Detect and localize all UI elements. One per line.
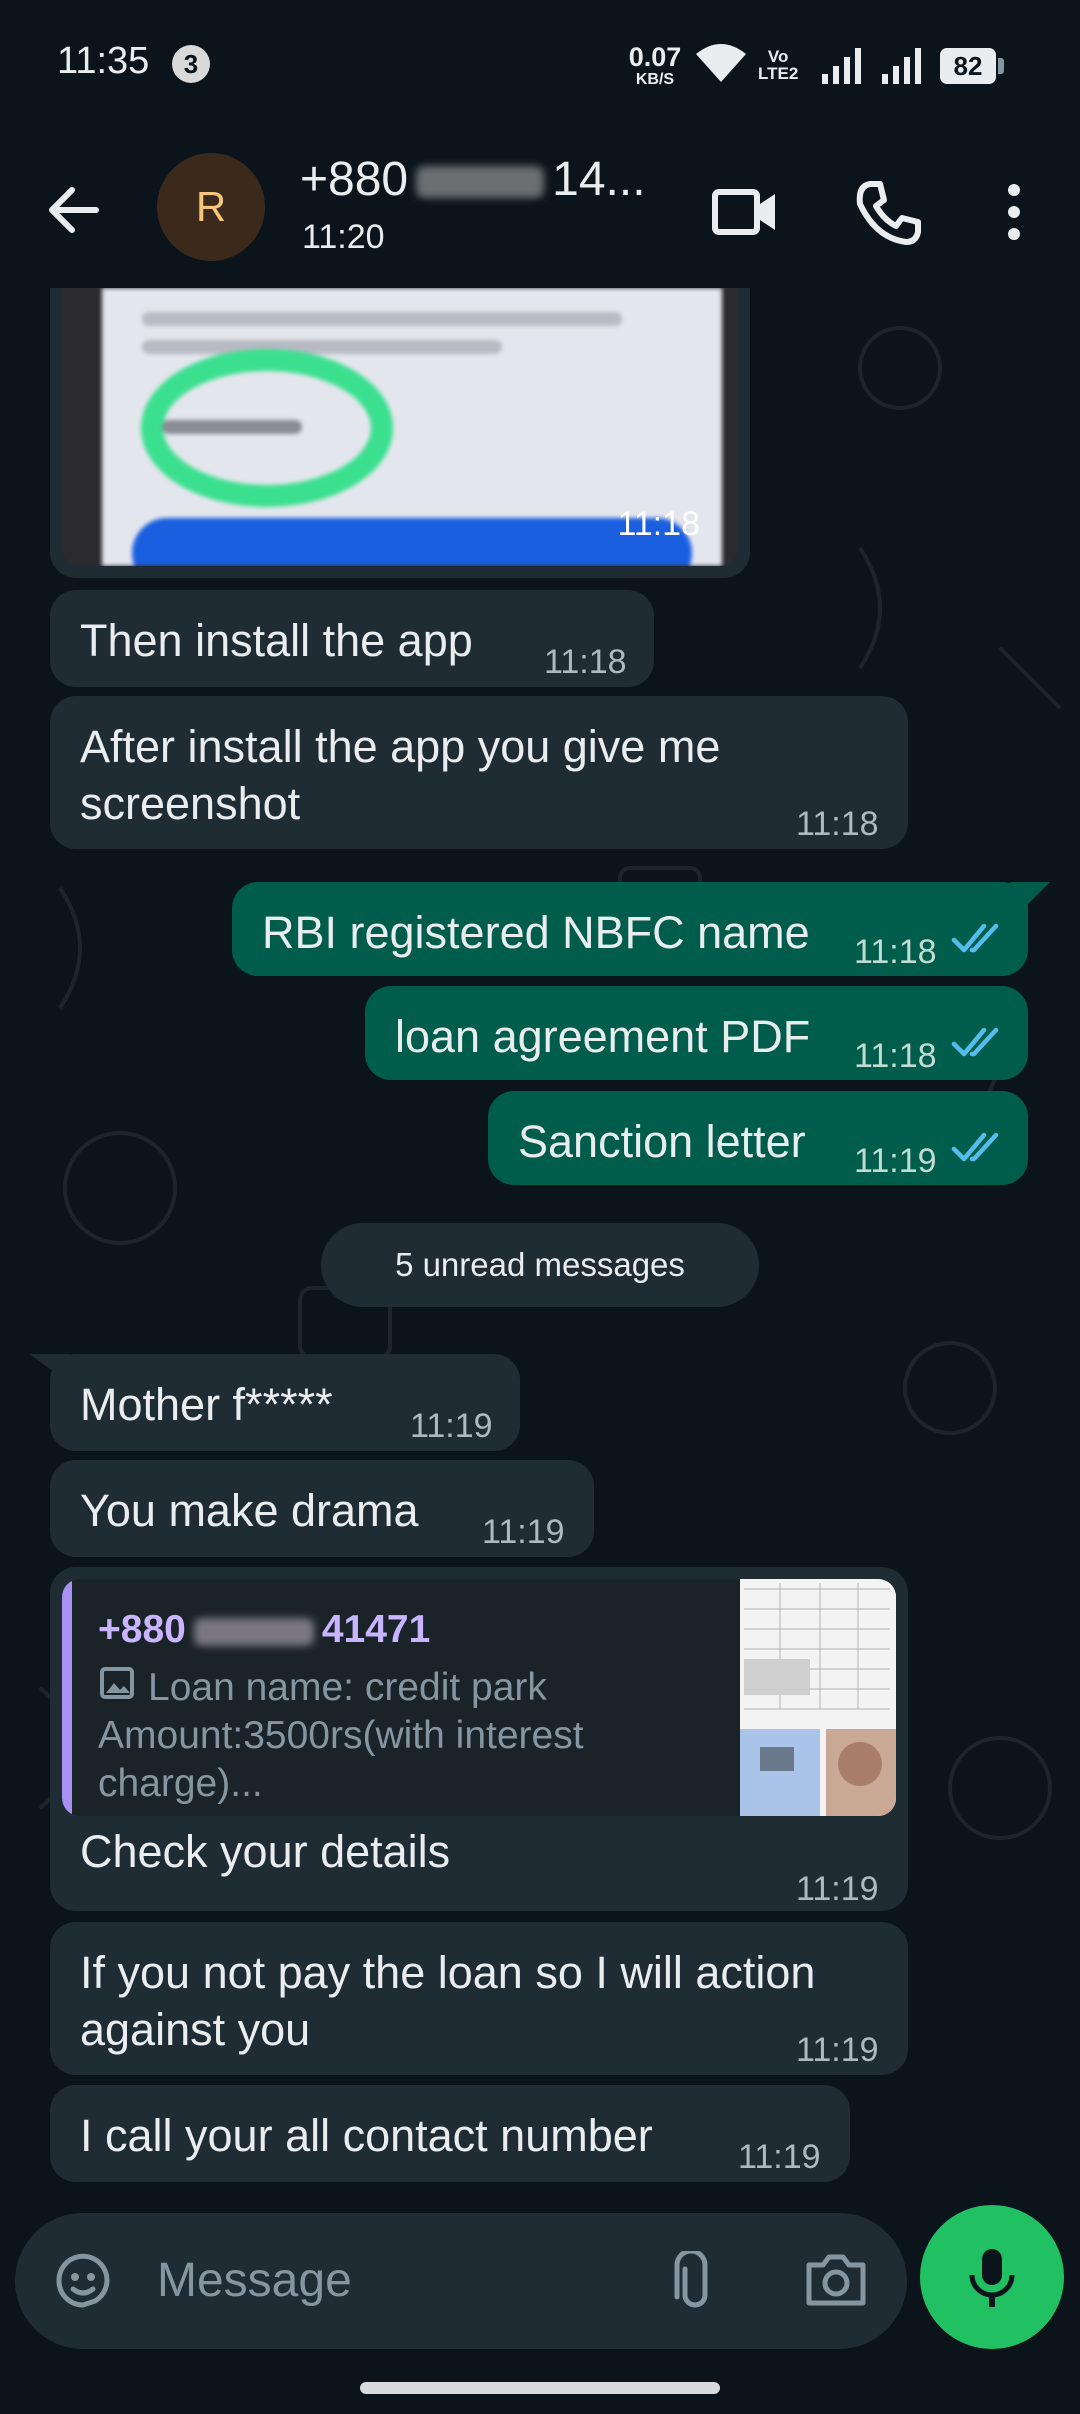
message-text: Check your details	[80, 1826, 451, 1877]
contact-subtitle: 11:20	[302, 218, 385, 256]
signal-sim2-icon	[882, 48, 921, 84]
image-message[interactable]: 11:18	[50, 288, 750, 578]
quote-accent-bar	[62, 1579, 72, 1816]
message-text: Then install the app	[80, 615, 473, 666]
incoming-message[interactable]: Mother f***** 11:19	[50, 1354, 520, 1451]
message-time: 11:19	[482, 1513, 565, 1551]
status-bar: 11:35 3 0.07 KB/S Vo LTE2 82	[0, 0, 1080, 130]
back-arrow-icon[interactable]	[40, 175, 110, 245]
notification-count-badge: 3	[172, 45, 210, 83]
incoming-message[interactable]: If you not pay the loan so I will action…	[50, 1922, 908, 2075]
contact-name-prefix: +880	[300, 153, 409, 206]
network-speed: 0.07 KB/S	[626, 44, 684, 88]
quoted-text-line: charge)...	[98, 1762, 263, 1805]
contact-name-suffix: 14...	[552, 153, 646, 206]
volte-indicator: Vo LTE2	[758, 48, 798, 82]
message-text-line: screenshot	[80, 778, 301, 829]
message-text: You make drama	[80, 1485, 419, 1536]
quoted-sender-prefix: +880	[98, 1608, 186, 1651]
screenshot-thumbnail[interactable]: 11:18	[62, 288, 738, 566]
quoted-sender-suffix: 41471	[321, 1608, 431, 1651]
chat-messages-area[interactable]: 11:18 Then install the app 11:18 After i…	[0, 288, 1080, 2214]
quoted-message[interactable]: +880 41471 Loan name: credit park Amount:…	[62, 1579, 896, 1816]
message-text: RBI registered NBFC name	[262, 907, 810, 958]
volte-line1: Vo	[767, 47, 789, 66]
incoming-reply-message[interactable]: +880 41471 Loan name: credit park Amount:…	[50, 1567, 908, 1911]
message-time: 11:18	[854, 1037, 937, 1075]
signal-sim1-icon	[822, 48, 861, 84]
outgoing-message[interactable]: loan agreement PDF 11:18	[365, 986, 1028, 1080]
message-time: 11:19	[854, 1142, 937, 1180]
sticker-icon[interactable]	[51, 2249, 115, 2313]
outgoing-message[interactable]: RBI registered NBFC name 11:18	[232, 882, 1028, 976]
message-time: 11:19	[796, 2031, 879, 2069]
contact-name[interactable]: +880 14...	[300, 152, 646, 207]
incoming-message[interactable]: Then install the app 11:18	[50, 590, 654, 687]
message-time: 11:19	[796, 1870, 879, 1908]
message-text: I call your all contact number	[80, 2110, 653, 2161]
quoted-sender: +880 41471	[98, 1601, 430, 1658]
voice-call-icon[interactable]	[848, 172, 928, 252]
chat-header: R +880 14... 11:20	[0, 130, 1080, 288]
incoming-message[interactable]: You make drama 11:19	[50, 1460, 594, 1557]
message-text: If you not pay the loan so I will action…	[80, 1944, 815, 2058]
message-input[interactable]: Message	[157, 2213, 352, 2349]
message-time: 11:19	[410, 1407, 493, 1445]
status-time: 11:35	[57, 40, 150, 82]
outgoing-message[interactable]: Sanction letter 11:19	[488, 1091, 1028, 1185]
message-time: 11:18	[617, 505, 700, 543]
message-composer[interactable]: Message	[15, 2213, 907, 2349]
image-icon	[100, 1667, 134, 1699]
incoming-message[interactable]: After install the app you give me screen…	[50, 696, 908, 849]
video-call-icon[interactable]	[705, 172, 785, 252]
message-text-line: against you	[80, 2004, 311, 2055]
bubble-tail	[30, 1354, 70, 1384]
unread-messages-banner: 5 unread messages	[321, 1223, 759, 1307]
network-speed-unit: KB/S	[635, 71, 675, 88]
message-time: 11:18	[796, 805, 879, 843]
message-text-line: If you not pay the loan so I will action	[80, 1947, 816, 1998]
network-speed-value: 0.07	[628, 42, 682, 72]
message-time: 11:19	[738, 2138, 821, 2176]
redacted-number	[193, 1617, 314, 1646]
mic-button[interactable]	[920, 2205, 1064, 2349]
incoming-message[interactable]: I call your all contact number 11:19	[50, 2085, 850, 2182]
read-ticks-icon	[951, 1027, 999, 1057]
home-indicator[interactable]	[360, 2382, 720, 2394]
message-text-line: After install the app you give me	[80, 721, 721, 772]
message-time: 11:18	[854, 933, 937, 971]
message-text: After install the app you give me screen…	[80, 718, 720, 832]
contact-avatar[interactable]: R	[157, 153, 265, 261]
wifi-icon	[696, 44, 746, 82]
more-options-icon[interactable]	[974, 172, 1054, 252]
message-time: 11:18	[544, 643, 627, 681]
message-text: loan agreement PDF	[395, 1011, 811, 1062]
battery-level: 82	[940, 48, 996, 84]
read-ticks-icon	[951, 1132, 999, 1162]
battery-icon: 82	[940, 48, 1006, 84]
mic-icon	[969, 2249, 1015, 2307]
redacted-number	[416, 166, 545, 199]
message-text: Sanction letter	[518, 1116, 806, 1167]
quoted-image-thumbnail	[740, 1579, 896, 1816]
message-text: Mother f*****	[80, 1379, 333, 1430]
camera-icon[interactable]	[803, 2249, 869, 2311]
bubble-tail	[1010, 882, 1050, 912]
volte-line2: LTE2	[758, 64, 799, 83]
read-ticks-icon	[951, 923, 999, 953]
attach-icon[interactable]	[665, 2251, 725, 2315]
